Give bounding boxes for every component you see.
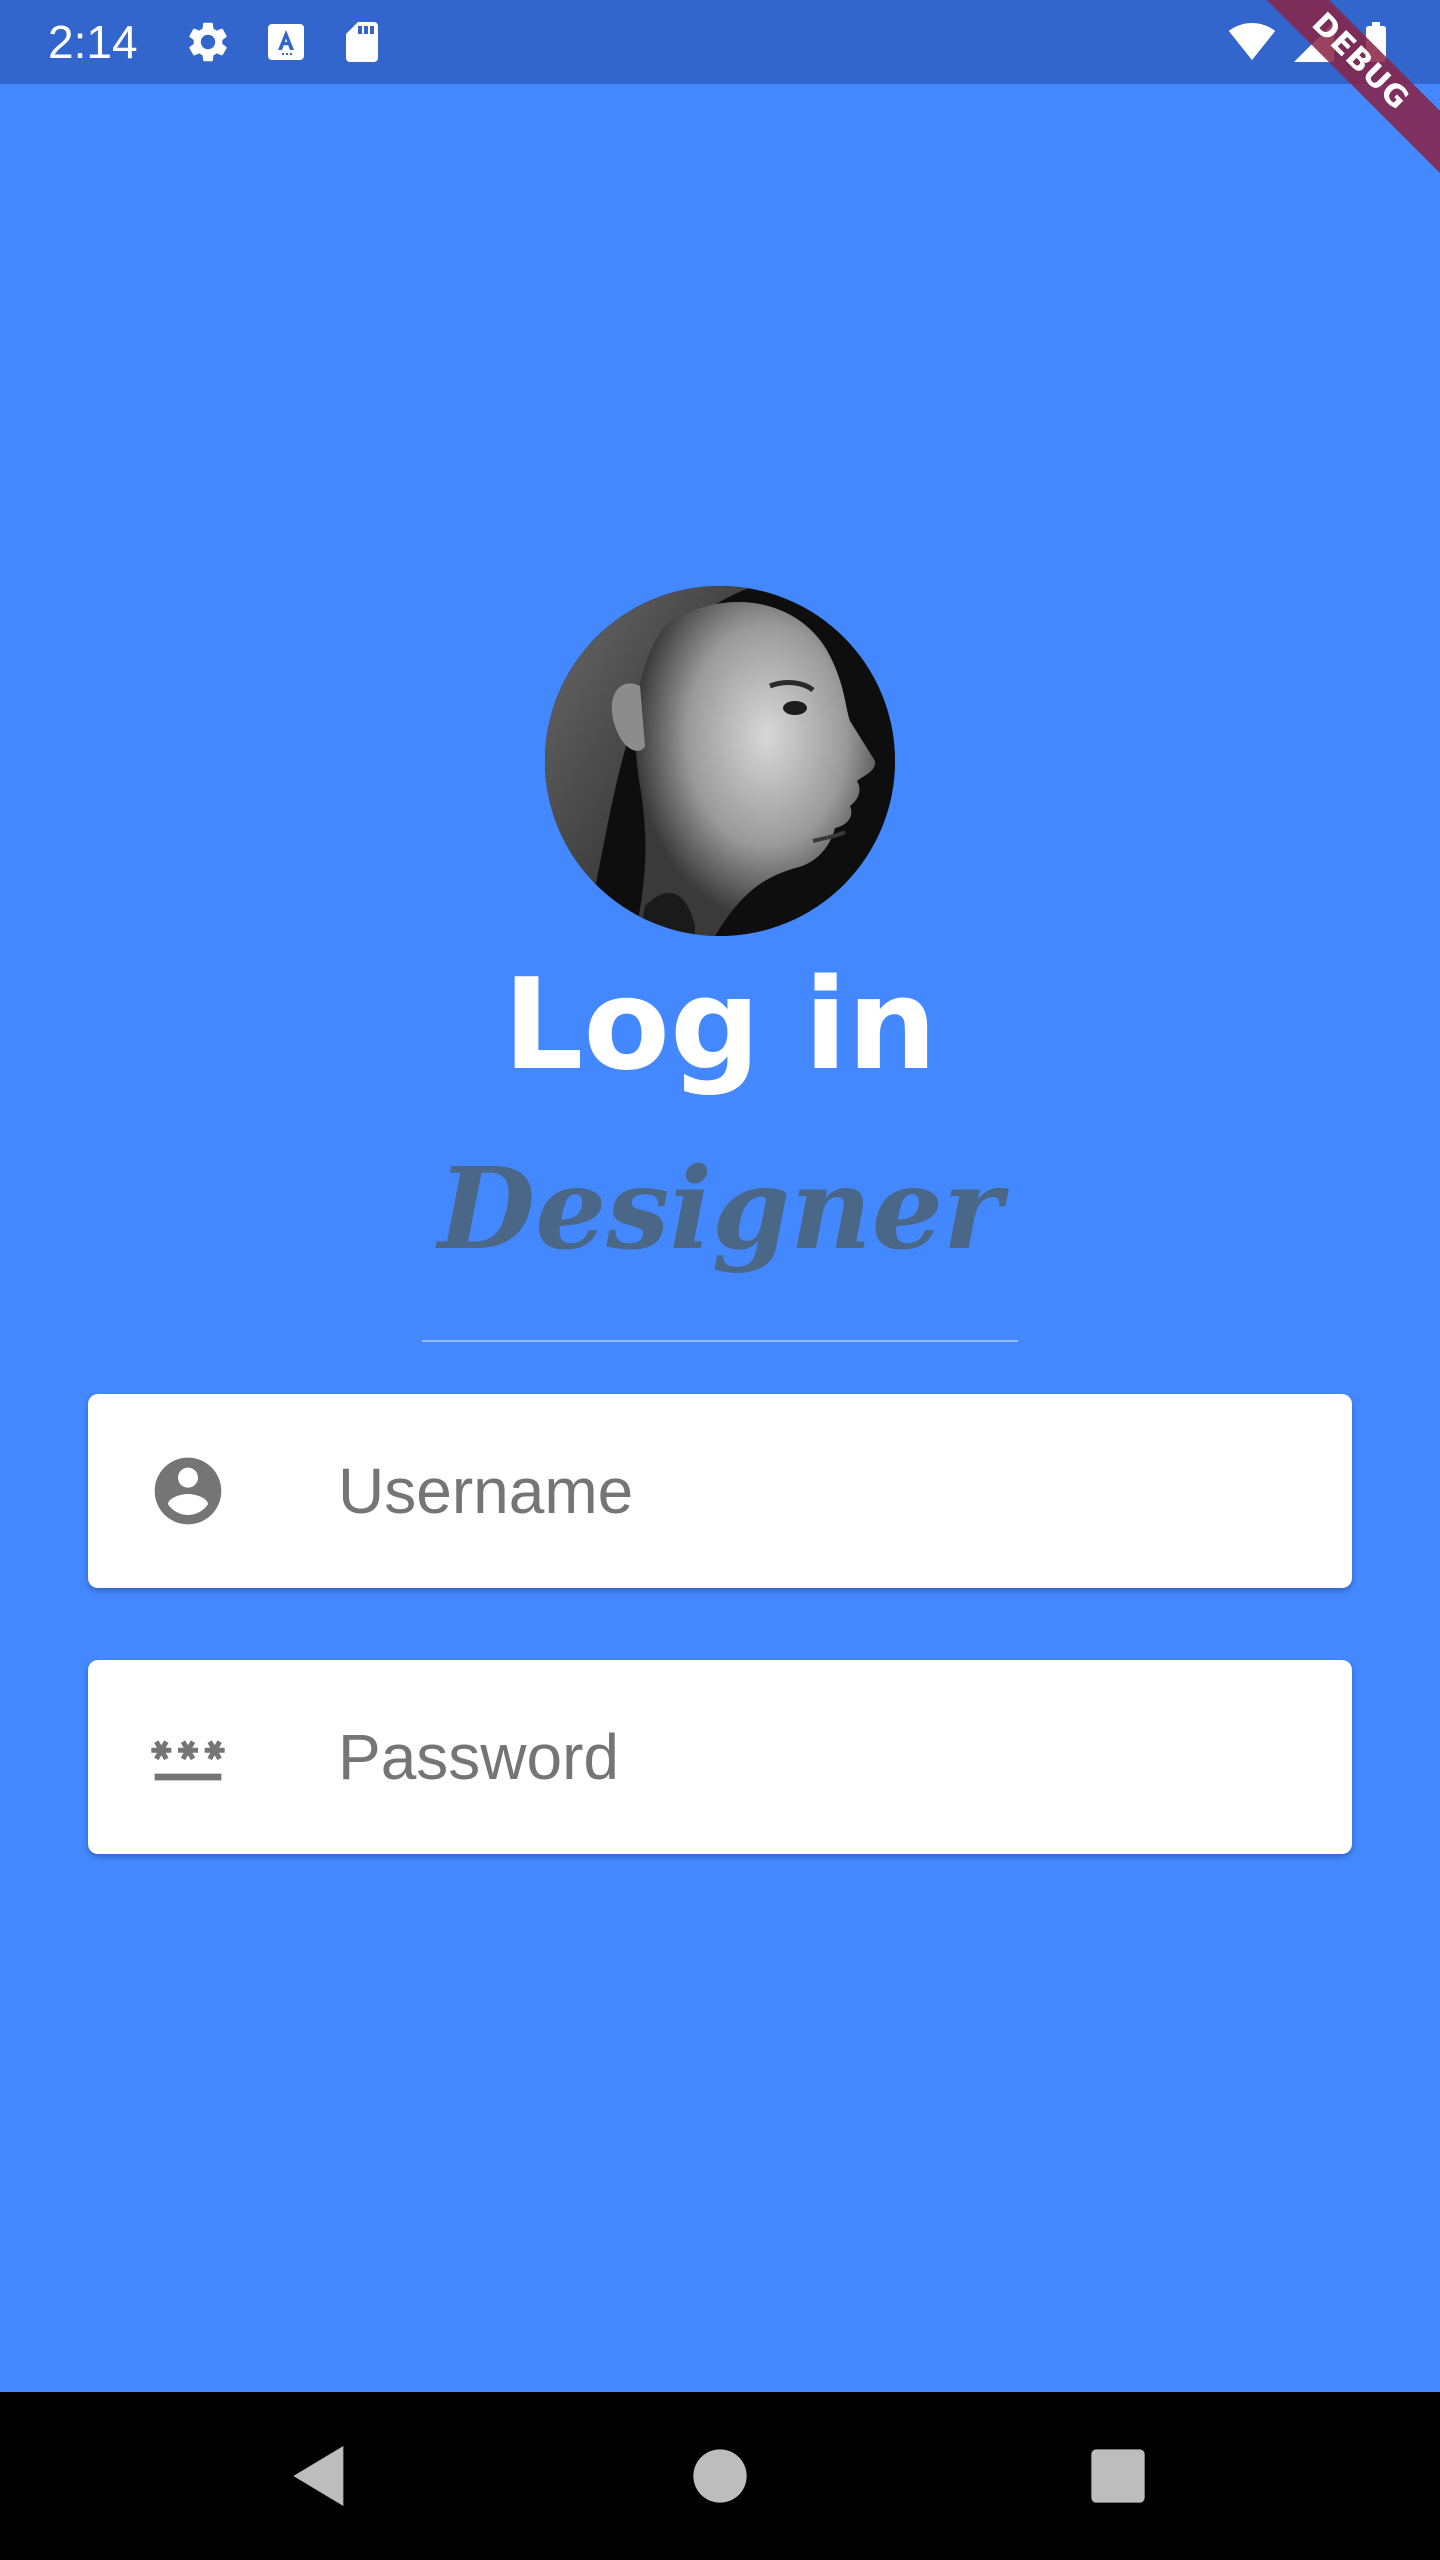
back-icon[interactable]	[280, 2436, 360, 2516]
text-a-icon	[268, 24, 304, 60]
recents-icon[interactable]	[1078, 2436, 1158, 2516]
gear-icon	[189, 22, 227, 62]
account-circle-icon	[154, 1457, 222, 1525]
status-time: 2:14	[48, 16, 138, 68]
username-input[interactable]	[338, 1394, 1298, 1588]
wifi-icon	[1228, 23, 1276, 60]
sd-card-icon	[346, 22, 378, 62]
divider	[422, 1340, 1018, 1342]
password-input[interactable]	[338, 1660, 1298, 1854]
page-subtitle: Designer	[438, 1144, 1002, 1275]
password-icon	[151, 1740, 225, 1781]
avatar	[545, 586, 895, 936]
home-icon[interactable]	[680, 2436, 760, 2516]
username-field-card[interactable]	[88, 1394, 1352, 1588]
status-bar: 2:14 DEBUG	[0, 0, 1440, 184]
page-title: Log in	[503, 951, 937, 1098]
password-field-card[interactable]	[88, 1660, 1352, 1854]
navigation-bar	[0, 2392, 1440, 2560]
